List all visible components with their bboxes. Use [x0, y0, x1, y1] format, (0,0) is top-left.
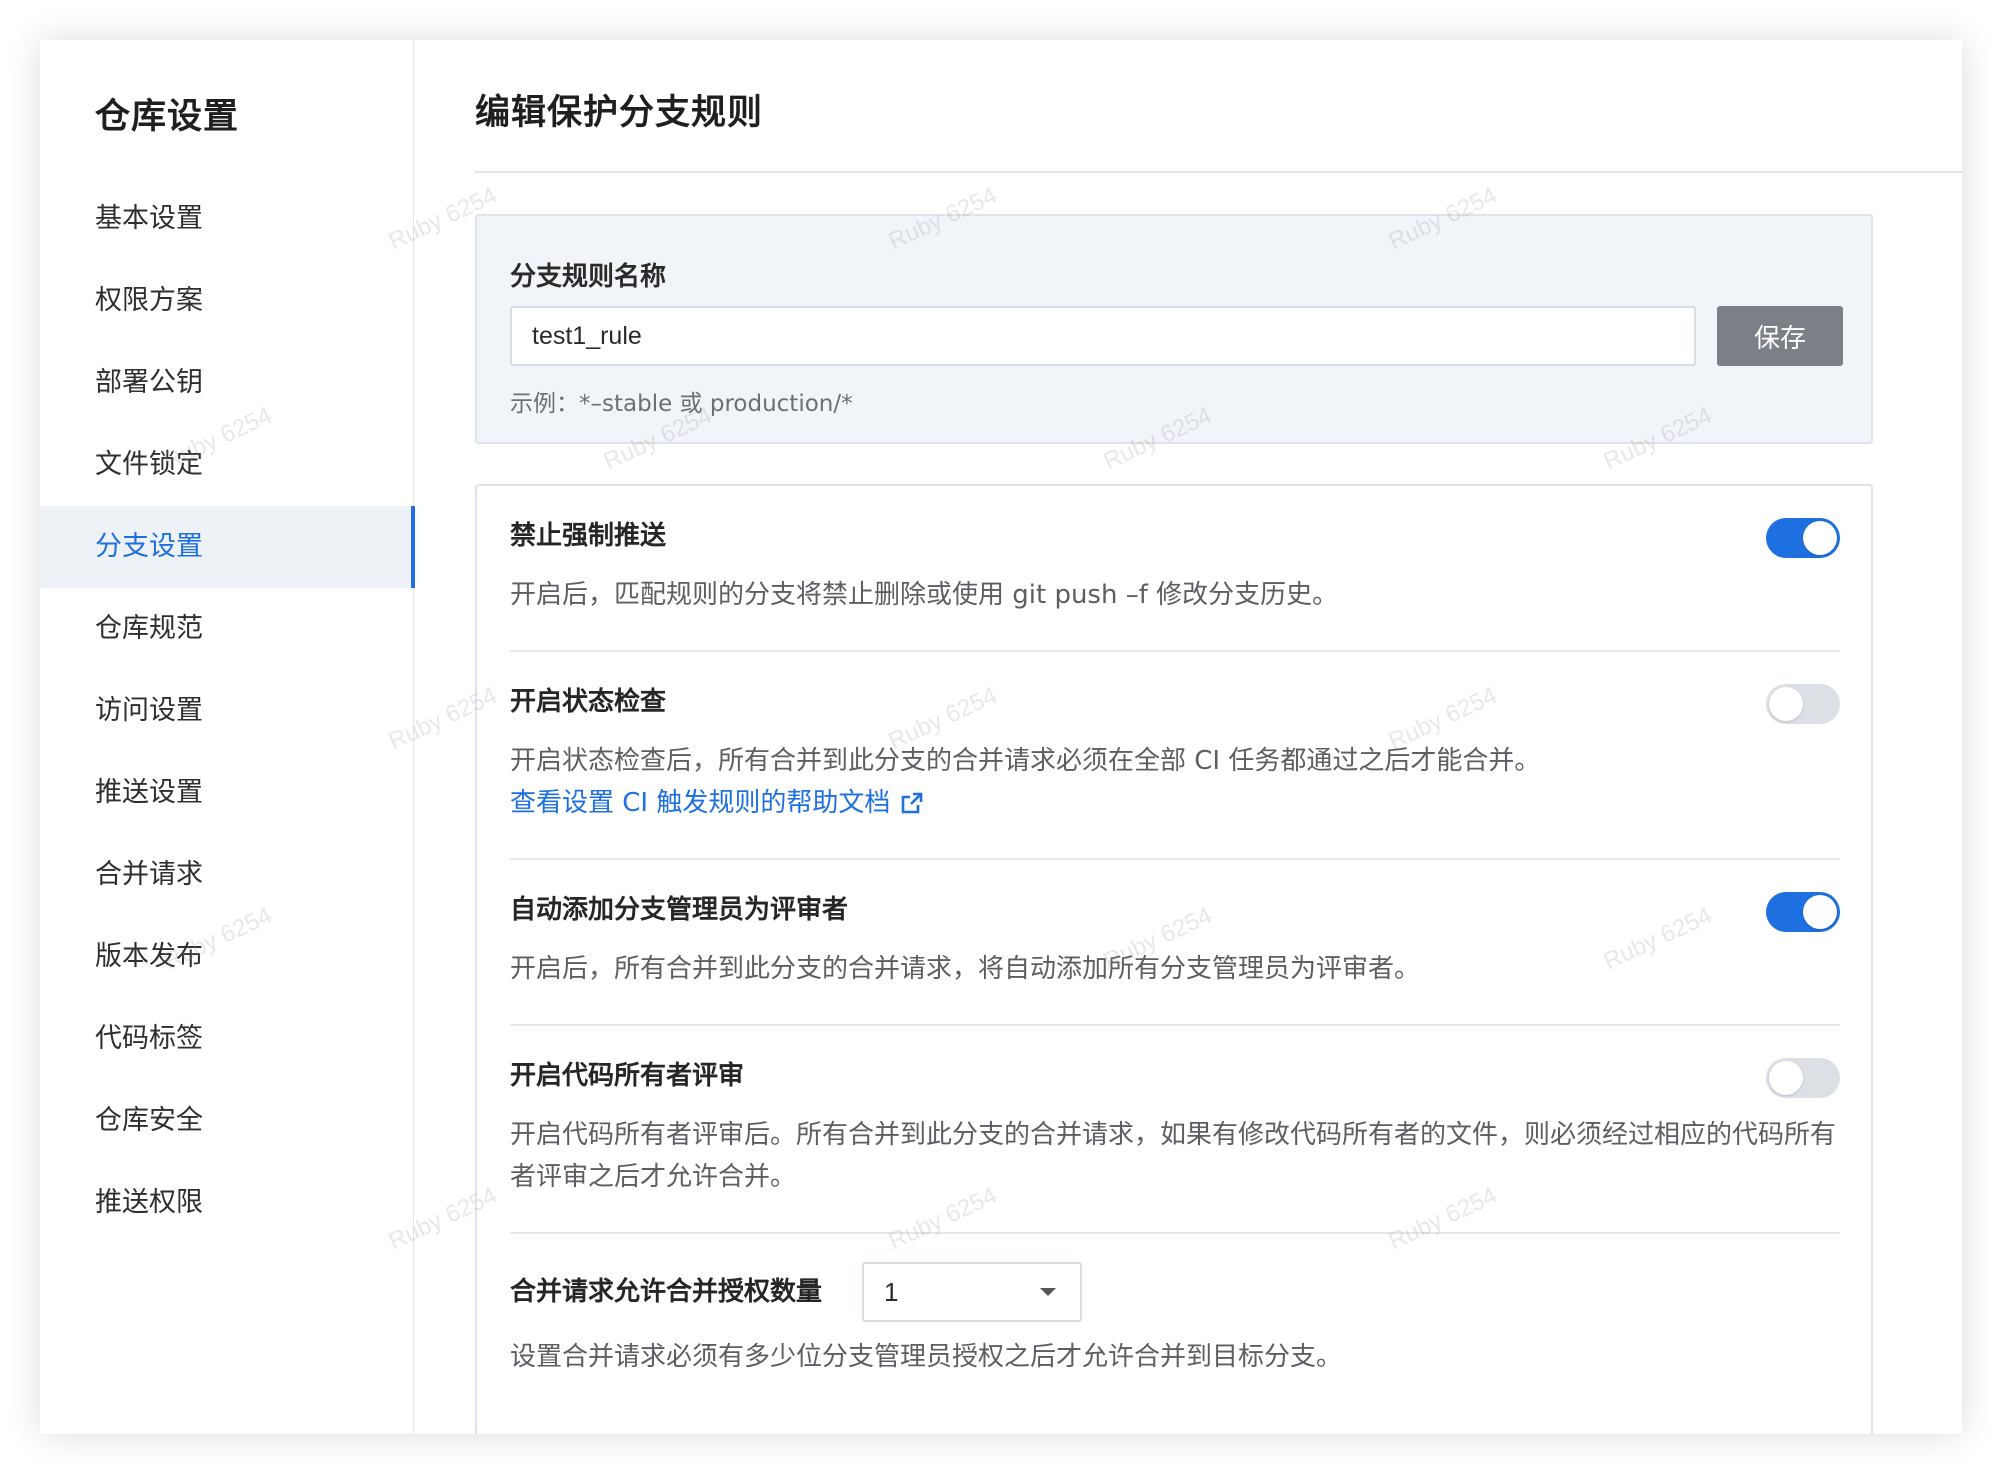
caret-down-icon	[1040, 1288, 1057, 1296]
sidebar-item-file-lock[interactable]: 文件锁定	[40, 424, 414, 506]
sidebar-nav: 基本设置 权限方案 部署公钥 文件锁定 分支设置 仓库规范 访问设置 推送设置 …	[40, 178, 415, 1244]
rule-name-input[interactable]	[510, 306, 1696, 366]
sidebar: 仓库设置 基本设置 权限方案 部署公钥 文件锁定 分支设置 仓库规范 访问设置 …	[40, 40, 415, 1434]
protection-settings-card: 禁止强制推送 开启后，匹配规则的分支将禁止删除或使用 git push –f 修…	[475, 484, 1873, 1434]
divider	[510, 1024, 1840, 1026]
setting-description: 开启代码所有者评审后。所有合并到此分支的合并请求，如果有修改代码所有者的文件，则…	[510, 1120, 1837, 1192]
sidebar-item-deploy-keys[interactable]: 部署公钥	[40, 342, 414, 424]
setting-approval-count: 合并请求允许合并授权数量 1 设置合并请求必须有多少位分支管理员授权之后才允许合…	[510, 1262, 1840, 1378]
setting-force-push: 禁止强制推送 开启后，匹配规则的分支将禁止删除或使用 git push –f 修…	[510, 518, 1840, 616]
setting-auto-reviewer: 自动添加分支管理员为评审者 开启后，所有合并到此分支的合并请求，将自动添加所有分…	[510, 892, 1840, 990]
sidebar-item-tags[interactable]: 代码标签	[40, 998, 414, 1080]
rule-name-label: 分支规则名称	[510, 262, 667, 292]
divider	[510, 858, 1840, 860]
sidebar-item-basic[interactable]: 基本设置	[40, 178, 414, 260]
ci-help-link-label: 查看设置 CI 触发规则的帮助文档	[510, 788, 891, 818]
setting-title: 开启代码所有者评审	[510, 1061, 745, 1091]
save-button[interactable]: 保存	[1717, 306, 1843, 366]
setting-description: 开启状态检查后，所有合并到此分支的合并请求必须在全部 CI 任务都通过之后才能合…	[510, 740, 1840, 824]
approval-count-select[interactable]: 1	[862, 1262, 1083, 1322]
sidebar-item-releases[interactable]: 版本发布	[40, 916, 414, 998]
approval-count-row: 合并请求允许合并授权数量 1	[510, 1262, 1840, 1322]
sidebar-item-push[interactable]: 推送设置	[40, 752, 414, 834]
setting-code-owner: 开启代码所有者评审 开启代码所有者评审后。所有合并到此分支的合并请求，如果有修改…	[510, 1058, 1840, 1198]
main-content: 编辑保护分支规则 分支规则名称 保存 示例：*–stable 或 product…	[475, 40, 1962, 1434]
approval-count-value: 1	[884, 1277, 899, 1307]
setting-title: 开启状态检查	[510, 687, 667, 717]
sidebar-item-permissions[interactable]: 权限方案	[40, 260, 414, 342]
setting-title: 合并请求允许合并授权数量	[510, 1277, 823, 1307]
force-push-toggle[interactable]	[1766, 518, 1840, 558]
toggle-knob	[1769, 1061, 1803, 1095]
setting-title: 禁止强制推送	[510, 521, 667, 551]
status-check-description: 开启状态检查后，所有合并到此分支的合并请求必须在全部 CI 任务都通过之后才能合…	[510, 746, 1541, 776]
setting-status-check: 开启状态检查 开启状态检查后，所有合并到此分支的合并请求必须在全部 CI 任务都…	[510, 684, 1840, 824]
setting-description: 开启后，所有合并到此分支的合并请求，将自动添加所有分支管理员为评审者。	[510, 954, 1421, 984]
rule-name-card: 分支规则名称 保存 示例：*–stable 或 production/*	[475, 214, 1873, 444]
rule-name-hint: 示例：*–stable 或 production/*	[510, 391, 853, 417]
divider	[510, 1232, 1840, 1234]
divider	[510, 650, 1840, 652]
toggle-knob	[1769, 687, 1803, 721]
auto-reviewer-toggle[interactable]	[1766, 892, 1840, 932]
sidebar-item-branch-settings[interactable]: 分支设置	[40, 506, 415, 588]
sidebar-item-push-permissions[interactable]: 推送权限	[40, 1162, 414, 1244]
sidebar-title: 仓库设置	[95, 97, 240, 137]
setting-title: 自动添加分支管理员为评审者	[510, 895, 849, 925]
code-owner-toggle[interactable]	[1766, 1058, 1840, 1098]
sidebar-item-security[interactable]: 仓库安全	[40, 1080, 414, 1162]
page-title: 编辑保护分支规则	[475, 93, 764, 133]
status-check-toggle[interactable]	[1766, 684, 1840, 724]
external-link-icon	[902, 792, 923, 814]
ci-help-link[interactable]: 查看设置 CI 触发规则的帮助文档	[510, 782, 924, 824]
sidebar-item-access[interactable]: 访问设置	[40, 670, 414, 752]
sidebar-item-repo-standards[interactable]: 仓库规范	[40, 588, 414, 670]
setting-description: 设置合并请求必须有多少位分支管理员授权之后才允许合并到目标分支。	[510, 1342, 1343, 1372]
setting-description: 开启后，匹配规则的分支将禁止删除或使用 git push –f 修改分支历史。	[510, 580, 1339, 610]
app-window: 仓库设置 基本设置 权限方案 部署公钥 文件锁定 分支设置 仓库规范 访问设置 …	[40, 40, 1962, 1434]
sidebar-item-merge-requests[interactable]: 合并请求	[40, 834, 414, 916]
title-divider	[475, 171, 1962, 173]
toggle-knob	[1803, 521, 1837, 555]
toggle-knob	[1803, 895, 1837, 929]
